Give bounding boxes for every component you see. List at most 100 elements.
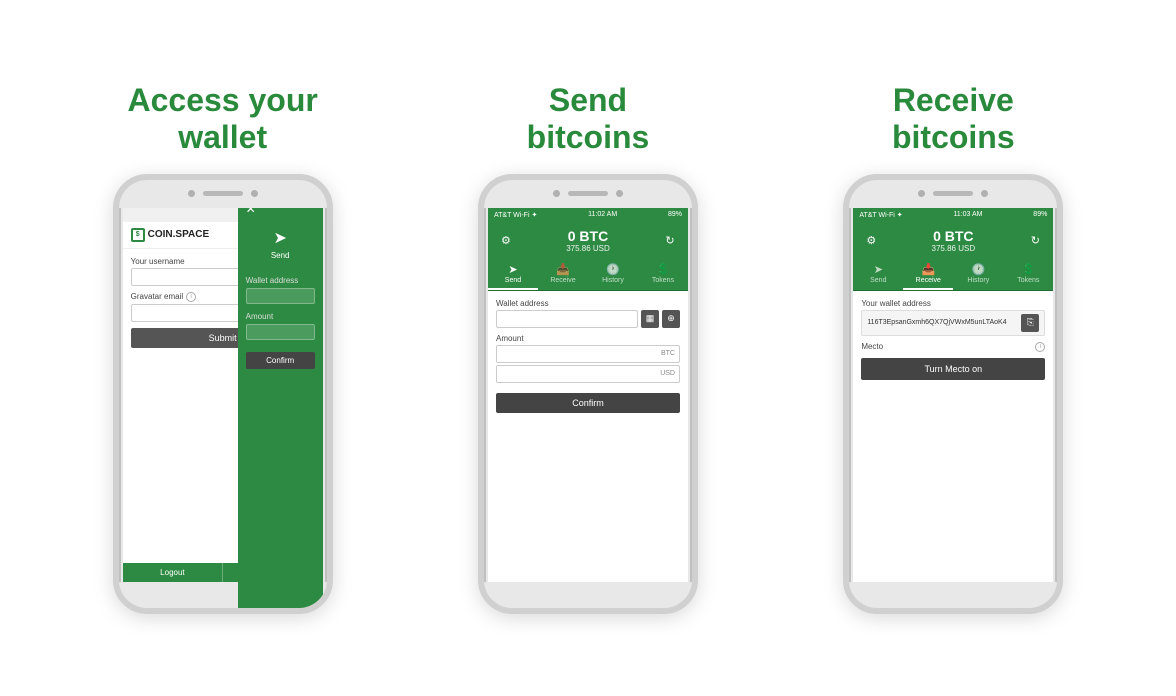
section-send: Send bitcoins AT&T Wi-Fi ✦ 11:02 AM 89% [428,82,748,614]
refresh-icon-send[interactable]: ↻ [662,232,678,248]
status-bar-send: AT&T Wi-Fi ✦ 11:02 AM 89% [488,208,688,222]
battery-send: 89% [668,211,682,218]
confirm-button-send[interactable]: Confirm [496,393,680,413]
phone-send: AT&T Wi-Fi ✦ 11:02 AM 89% ⚙ 0 BTC 375.86… [478,174,698,614]
sidebar-send-button[interactable]: ➤ Send [246,228,315,260]
app-header-receive: ⚙ 0 BTC 375.86 USD ↻ [853,222,1053,259]
header-center-send: 0 BTC 375.86 USD [566,228,610,253]
tab-receive-receive[interactable]: 📥 Receive [903,259,953,290]
phone-camera-s2 [616,190,623,197]
tab-send-send[interactable]: ➤ Send [488,259,538,290]
section-wallet: Access your wallet 🔋 89% $ [63,82,383,614]
wallet-address-value: 116T3EpsanGxmh6QX7QjVWxM5unLTAoK4 [867,319,1018,326]
phone-top-bar-wallet [119,180,327,208]
battery-receive: 89% [1033,211,1047,218]
logout-button[interactable]: Logout [123,563,224,582]
phone-camera-r [918,190,925,197]
nav-tabs-send: ➤ Send 📥 Receive 🕐 History 💲 Tokens [488,259,688,291]
usd-amount-receive: 375.86 USD [932,244,976,253]
mecto-info-icon: i [1035,342,1045,352]
tab-receive-icon-r: 📥 [921,263,935,276]
sidebar-wallet-addr-input[interactable] [246,288,315,304]
status-left-send: AT&T Wi-Fi ✦ [494,211,537,219]
phone-top-bar-receive [849,180,1057,208]
sidebar-close-icon[interactable]: ✕ [246,208,315,216]
settings-icon-send[interactable]: ⚙ [498,232,514,248]
section-receive-title: Receive bitcoins [892,82,1015,156]
status-time-send: 11:02 AM [588,211,617,218]
section-send-title: Send bitcoins [527,82,650,156]
tab-tokens-send[interactable]: 💲 Tokens [638,259,688,290]
tab-tokens-receive[interactable]: 💲 Tokens [1003,259,1053,290]
phone-bottom-bar-send [484,582,692,608]
wallet-address-field-send: Wallet address ▦ ⊕ [496,299,680,328]
phone-speaker-r [933,191,973,196]
send-arrow-icon: ➤ [273,228,286,248]
btc-input-row: BTC [496,345,680,363]
phone-screen-receive: AT&T Wi-Fi ✦ 11:03 AM 89% ⚙ 0 BTC 375.86… [853,208,1053,582]
phone-top-bar-send [484,180,692,208]
tab-history-label-r: History [967,277,989,284]
section-wallet-title: Access your wallet [127,82,317,156]
mecto-label: Mecto [861,342,883,351]
wallet-address-row: ▦ ⊕ [496,310,680,328]
sidebar-amount-input[interactable] [246,324,315,340]
tab-history-receive[interactable]: 🕐 History [953,259,1003,290]
phone-receive: AT&T Wi-Fi ✦ 11:03 AM 89% ⚙ 0 BTC 375.86… [843,174,1063,614]
tab-send-receive[interactable]: ➤ Send [853,259,903,290]
tab-send-label-r: Send [870,277,886,284]
copy-address-button[interactable]: ⎘ [1021,314,1039,332]
phone-speaker-s [568,191,608,196]
wallet-address-label-send: Wallet address [496,299,680,308]
tab-send-label: Send [505,277,521,284]
phone-camera-2 [251,190,258,197]
header-center-receive: 0 BTC 375.86 USD [932,228,976,253]
coin-icon: $ [131,228,145,242]
sidebar-amount: Amount [246,304,315,340]
btc-input[interactable] [497,346,657,362]
sidebar-amount-label: Amount [246,312,315,321]
tab-history-send[interactable]: 🕐 History [588,259,638,290]
receive-app-content: Your wallet address 116T3EpsanGxmh6QX7Qj… [853,291,1053,582]
phone-screen-wallet: 🔋 89% $ COIN.SPACE v0.1.6 Your username [123,208,323,582]
tab-history-label: History [602,277,624,284]
status-left-receive: AT&T Wi-Fi ✦ [859,211,902,219]
usd-input[interactable] [497,366,656,382]
btc-amount-send: 0 BTC [568,228,608,244]
your-wallet-address-field: Your wallet address 116T3EpsanGxmh6QX7Qj… [861,299,1045,336]
qr-icon-btn[interactable]: ▦ [641,310,659,328]
sidebar-confirm-button[interactable]: Confirm [246,352,315,369]
mecto-section: Mecto i [861,342,1045,352]
settings-icon-receive[interactable]: ⚙ [863,232,879,248]
send-app-content: Wallet address ▦ ⊕ Amount BTC [488,291,688,582]
btc-currency-label: BTC [657,350,679,357]
your-wallet-address-label: Your wallet address [861,299,1045,308]
tab-receive-icon: 📥 [556,263,570,276]
coin-logo: $ COIN.SPACE [131,228,210,242]
tab-receive-label: Receive [550,277,575,284]
phone-camera [188,190,195,197]
status-right-send: 89% [668,211,682,218]
turn-mecto-button[interactable]: Turn Mecto on [861,358,1045,380]
phone1-sidebar: ✕ ➤ Send Wallet address Amount Confirm [238,208,323,582]
amount-field-send: Amount BTC USD [496,334,680,383]
coin-logo-text: COIN.SPACE [148,229,210,240]
status-bar-receive: AT&T Wi-Fi ✦ 11:03 AM 89% [853,208,1053,222]
refresh-icon-receive[interactable]: ↻ [1027,232,1043,248]
amount-label-send: Amount [496,334,680,343]
tab-send-icon: ➤ [508,263,517,276]
section-receive: Receive bitcoins AT&T Wi-Fi ✦ 11:03 AM 8… [793,82,1113,614]
nav-tabs-receive: ➤ Send 📥 Receive 🕐 History 💲 Tokens [853,259,1053,291]
wallet-address-input-send[interactable] [496,310,638,328]
page-wrapper: Access your wallet 🔋 89% $ [0,0,1176,696]
usd-currency-label: USD [656,370,679,377]
status-right-receive: 89% [1033,211,1047,218]
gravatar-info-icon: i [186,292,196,302]
tab-tokens-label: Tokens [652,277,674,284]
tab-tokens-icon: 💲 [656,263,670,276]
phone-camera-r2 [981,190,988,197]
phone-camera-s [553,190,560,197]
scan-icon-btn[interactable]: ⊕ [662,310,680,328]
tab-receive-send[interactable]: 📥 Receive [538,259,588,290]
app-header-send: ⚙ 0 BTC 375.86 USD ↻ [488,222,688,259]
